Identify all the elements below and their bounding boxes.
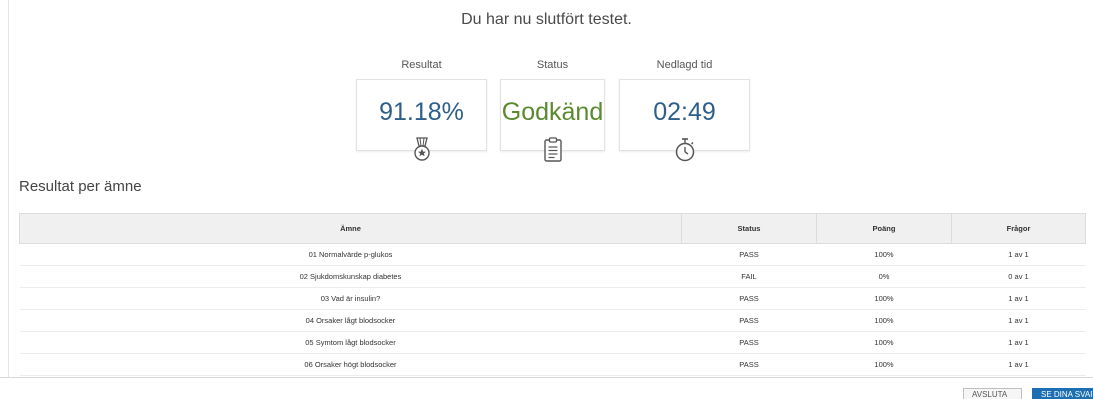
result-card-column: Resultat 91.18% xyxy=(356,58,487,161)
cell-status: FAIL xyxy=(681,265,817,288)
result-card: 91.18% xyxy=(356,79,487,161)
cell-topic: 03 Vad är insulin? xyxy=(19,287,682,310)
time-card-column: Nedlagd tid 02:49 xyxy=(619,58,750,162)
cell-topic: 02 Sjukdomskunskap diabetes xyxy=(19,265,682,288)
status-label: Status xyxy=(536,59,569,71)
results-table-container: Ämne Status Poäng Frågor 01 Normalvärde … xyxy=(19,213,1086,376)
header-status[interactable]: Status xyxy=(681,213,817,244)
time-value: 02:49 xyxy=(653,98,716,126)
cell-questions: 1 av 1 xyxy=(951,243,1086,266)
table-row: 01 Normalvärde p-glukos PASS 100% 1 av 1 xyxy=(19,243,1086,266)
header-topic[interactable]: Ämne xyxy=(19,213,682,244)
table-row: 05 Symtom lågt blodsocker PASS 100% 1 av… xyxy=(19,331,1086,354)
time-label: Nedlagd tid xyxy=(656,59,713,71)
results-table: Ämne Status Poäng Frågor 01 Normalvärde … xyxy=(19,213,1086,376)
table-row: 02 Sjukdomskunskap diabetes FAIL 0% 0 av… xyxy=(19,265,1086,288)
cell-status: PASS xyxy=(681,353,817,376)
cell-score: 100% xyxy=(816,353,952,376)
medal-icon xyxy=(413,137,430,161)
cell-topic: 05 Symtom lågt blodsocker xyxy=(19,331,682,354)
cell-questions: 1 av 1 xyxy=(951,309,1086,332)
cell-status: PASS xyxy=(681,331,817,354)
result-value: 91.18% xyxy=(379,98,464,126)
footer-divider xyxy=(0,377,1093,378)
header-score[interactable]: Poäng xyxy=(816,213,952,244)
cell-questions: 1 av 1 xyxy=(951,353,1086,376)
cell-topic: 06 Orsaker högt blodsocker xyxy=(19,353,682,376)
table-row: 06 Orsaker högt blodsocker PASS 100% 1 a… xyxy=(19,353,1086,376)
cell-score: 100% xyxy=(816,287,952,310)
cell-questions: 1 av 1 xyxy=(951,287,1086,310)
result-label: Resultat xyxy=(401,59,442,71)
stopwatch-icon xyxy=(675,138,694,162)
cell-questions: 0 av 1 xyxy=(951,265,1086,288)
cell-status: PASS xyxy=(681,287,817,310)
header-questions[interactable]: Frågor xyxy=(951,213,1086,244)
left-divider xyxy=(8,0,9,378)
cell-status: PASS xyxy=(681,243,817,266)
finish-button[interactable]: AVSLUTA xyxy=(963,388,1022,399)
cell-topic: 01 Normalvärde p-glukos xyxy=(19,243,682,266)
cell-topic: 04 Orsaker lågt blodsocker xyxy=(19,309,682,332)
clipboard-icon xyxy=(543,137,562,162)
status-value: Godkänd xyxy=(501,98,604,126)
cell-status: PASS xyxy=(681,309,817,332)
completion-headline: Du har nu slutfört testet. xyxy=(461,11,632,28)
table-row: 04 Orsaker lågt blodsocker PASS 100% 1 a… xyxy=(19,309,1086,332)
time-card: 02:49 xyxy=(619,79,750,162)
status-card: Godkänd xyxy=(500,79,605,162)
cell-score: 100% xyxy=(816,309,952,332)
cell-score: 100% xyxy=(816,243,952,266)
table-row: 03 Vad är insulin? PASS 100% 1 av 1 xyxy=(19,287,1086,310)
cell-score: 100% xyxy=(816,331,952,354)
cell-score: 0% xyxy=(816,265,952,288)
status-card-column: Status Godkänd xyxy=(500,58,605,162)
table-header-row: Ämne Status Poäng Frågor xyxy=(19,213,1086,244)
cell-questions: 1 av 1 xyxy=(951,331,1086,354)
section-title: Resultat per ämne xyxy=(19,178,142,195)
view-answers-button[interactable]: SE DINA SVAR xyxy=(1032,388,1093,399)
